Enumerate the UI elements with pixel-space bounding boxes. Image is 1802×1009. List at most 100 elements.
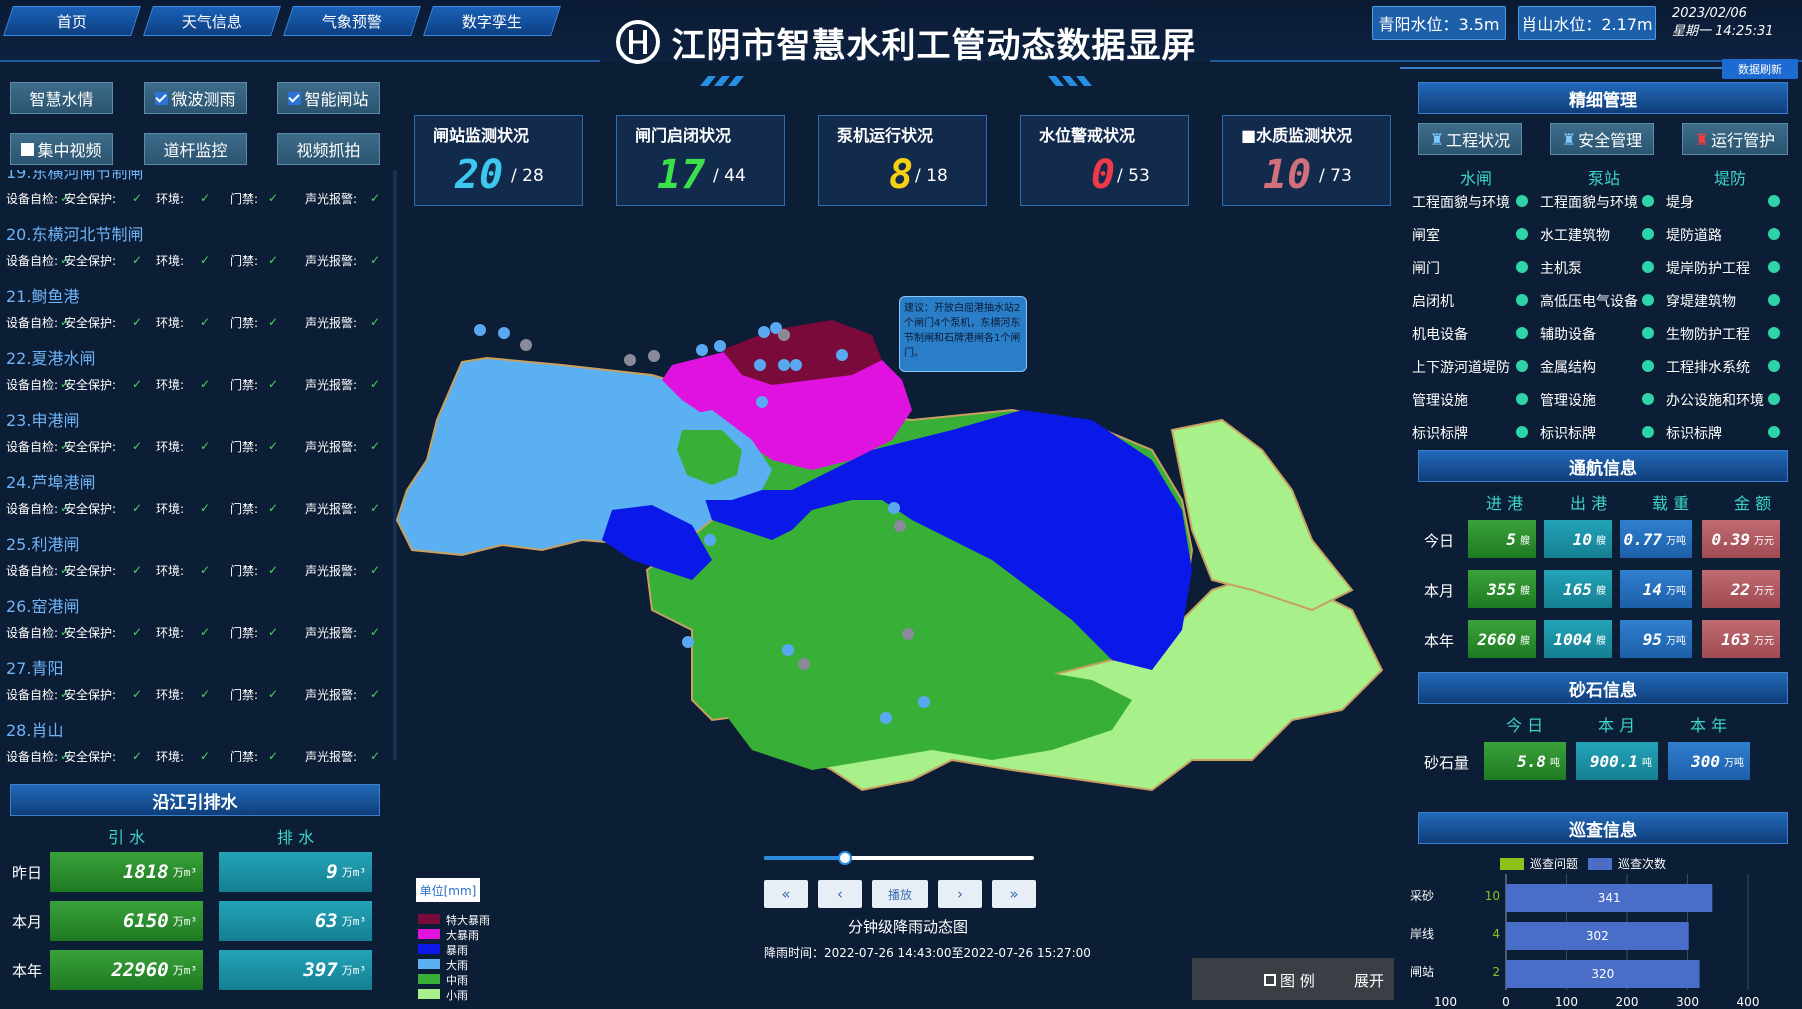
mgmt-item[interactable]: 堤防道路	[1666, 225, 1722, 245]
next-button[interactable]: ›	[938, 880, 982, 908]
station-name: 19.东横河闸节制闸	[6, 170, 144, 182]
check-icon: ✓	[370, 253, 381, 267]
mgmt-item[interactable]: 穿堤建筑物	[1666, 291, 1736, 311]
station-item[interactable]: 28.肖山 设备自检: ✓ 安全保护: ✓ 环境: ✓ 门禁: ✓ 声光报警: ✓	[0, 716, 395, 762]
legend-expand-button[interactable]: 展开	[1354, 970, 1384, 991]
riverside-in-value: 22960 万m³	[50, 950, 203, 990]
mgmt-item[interactable]: 闸室	[1412, 225, 1440, 245]
station-name: 23.申港闸	[6, 411, 80, 430]
patrol-x-tick: 300	[1676, 995, 1699, 1009]
rainfall-map[interactable]	[392, 290, 1392, 800]
btn-video-capture[interactable]: 视频抓拍	[277, 133, 380, 165]
station-item[interactable]: 27.青阳 设备自检: ✓ 安全保护: ✓ 环境: ✓ 门禁: ✓ 声光报警: ✓	[0, 654, 395, 716]
status-card-value: 17	[657, 152, 706, 198]
station-item[interactable]: 23.申港闸 设备自检: ✓ 安全保护: ✓ 环境: ✓ 门禁: ✓ 声光报警: ✓	[0, 406, 395, 468]
status-card[interactable]: 水位警戒状况 0/ 53	[1020, 115, 1189, 206]
station-status-row: 设备自检: ✓ 安全保护: ✓ 环境: ✓ 门禁: ✓ 声光报警: ✓	[0, 560, 395, 580]
status-label: 设备自检:	[6, 253, 59, 268]
station-name: 21.鲥鱼港	[6, 287, 80, 306]
station-item[interactable]: 20.东横河北节制闸 设备自检: ✓ 安全保护: ✓ 环境: ✓ 门禁: ✓ 声光报警: ✓	[0, 220, 395, 282]
patrol-chart: 采砂 10 341 岸线 4 302 闸站 2 320 100 0 100 200 300 400	[1410, 874, 1759, 1009]
mgmt-item[interactable]: 管理设施	[1412, 390, 1468, 410]
station-status-row: 设备自检: ✓ 安全保护: ✓ 环境: ✓ 门禁: ✓ 声光报警: ✓	[0, 622, 395, 642]
sand-value: 5.8 吨	[1484, 742, 1566, 780]
status-label: 门禁:	[230, 625, 259, 640]
refresh-button[interactable]: 数据刷新	[1722, 59, 1798, 79]
mgmt-item[interactable]: 堤岸防护工程	[1666, 258, 1750, 278]
nav-value: 355 艘	[1468, 570, 1536, 608]
rain-legend-label: 特大暴雨	[446, 914, 490, 927]
sand-value: 300 万吨	[1668, 742, 1750, 780]
status-card[interactable]: 闸站监测状况 20 / 28	[414, 115, 583, 206]
checkbox-icon[interactable]	[155, 91, 169, 105]
title-deco-left	[700, 76, 744, 86]
status-card-value: 8	[889, 152, 914, 198]
status-dot-icon	[1768, 360, 1780, 372]
timeline-slider[interactable]	[764, 851, 1034, 865]
nav-tab-home[interactable]: 首页	[3, 6, 141, 36]
mgmt-item[interactable]: 标识标牌	[1412, 423, 1468, 443]
btn-central-video[interactable]: 集中视频	[10, 133, 113, 165]
btn-smart-gate[interactable]: 智能闸站	[277, 82, 380, 114]
check-icon: ✓	[200, 563, 211, 577]
last-button[interactable]: »	[992, 880, 1036, 908]
timeline-slider-knob[interactable]	[838, 851, 852, 865]
nav-tab-weather[interactable]: 天气信息	[143, 6, 281, 36]
station-item[interactable]: 19.东横河闸节制闸 设备自检: ✓ 安全保护: ✓ 环境: ✓ 门禁: ✓ 声光报警: ✓	[0, 170, 395, 220]
mgmt-item[interactable]: 机电设备	[1412, 324, 1468, 344]
status-card[interactable]: ■水质监测状况 10 / 73	[1222, 115, 1391, 206]
mgmt-item[interactable]: 生物防护工程	[1666, 324, 1750, 344]
mgmt-item[interactable]: 工程面貌与环境	[1412, 192, 1510, 212]
riverside-out-value: 9 万m³	[219, 852, 372, 892]
mgmt-item[interactable]: 高低压电气设备	[1540, 291, 1638, 311]
check-icon: ✓	[268, 625, 279, 639]
mgmt-item[interactable]: 主机泵	[1540, 258, 1582, 278]
first-button[interactable]: «	[764, 880, 808, 908]
mgmt-item[interactable]: 水工建筑物	[1540, 225, 1610, 245]
btn-barrier-monitor[interactable]: 道杆监控	[144, 133, 247, 165]
mgmt-item[interactable]: 金属结构	[1540, 357, 1596, 377]
tab-operation[interactable]: ♜ 运行管护	[1682, 123, 1788, 155]
patrol-category-label: 采砂	[1410, 889, 1434, 903]
tab-engineering[interactable]: ♜ 工程状况	[1418, 123, 1522, 155]
mgmt-item[interactable]: 上下游河道堤防	[1412, 357, 1510, 377]
mgmt-item[interactable]: 启闭机	[1412, 291, 1454, 311]
check-icon: ✓	[370, 749, 381, 762]
play-button[interactable]: 播放	[872, 880, 928, 908]
btn-microwave-rain[interactable]: 微波测雨	[144, 82, 247, 114]
mgmt-item[interactable]: 工程排水系统	[1666, 357, 1750, 377]
mgmt-item[interactable]: 标识标牌	[1540, 423, 1596, 443]
station-item[interactable]: 21.鲥鱼港 设备自检: ✓ 安全保护: ✓ 环境: ✓ 门禁: ✓ 声光报警: ✓	[0, 282, 395, 344]
region-light-green-east	[1170, 418, 1354, 612]
station-item[interactable]: 24.芦埠港闸 设备自检: ✓ 安全保护: ✓ 环境: ✓ 门禁: ✓ 声光报警: ✓	[0, 468, 395, 530]
checkbox-icon[interactable]	[288, 91, 302, 105]
tab-safety[interactable]: ♜ 安全管理	[1550, 123, 1654, 155]
legend-panel[interactable]: 图 例 展开	[1192, 958, 1394, 1000]
nav-tab-warning[interactable]: 气象预警	[283, 6, 421, 36]
station-item[interactable]: 25.利港闸 设备自检: ✓ 安全保护: ✓ 环境: ✓ 门禁: ✓ 声光报警: ✓	[0, 530, 395, 592]
mgmt-item[interactable]: 办公设施和环境	[1666, 390, 1764, 410]
mgmt-item[interactable]: 闸门	[1412, 258, 1440, 278]
nav-col-header: 载 重	[1652, 494, 1690, 513]
mgmt-item[interactable]: 堤身	[1666, 192, 1694, 212]
nav-tab-digital-twin[interactable]: 数字孪生	[423, 6, 561, 36]
check-icon: ✓	[200, 253, 211, 267]
btn-smart-water[interactable]: 智慧水情	[10, 82, 113, 114]
station-item[interactable]: 26.窑港闸 设备自检: ✓ 安全保护: ✓ 环境: ✓ 门禁: ✓ 声光报警: ✓	[0, 592, 395, 654]
water-level-xiaoshan: 肖山水位：2.17m	[1518, 6, 1656, 40]
sand-col-header: 本 年	[1690, 716, 1728, 735]
mgmt-item[interactable]: 管理设施	[1540, 390, 1596, 410]
checkbox-icon[interactable]	[21, 142, 35, 156]
mgmt-item[interactable]: 标识标牌	[1666, 423, 1722, 443]
prev-button[interactable]: ‹	[818, 880, 862, 908]
station-list[interactable]: 19.东横河闸节制闸 设备自检: ✓ 安全保护: ✓ 环境: ✓ 门禁: ✓ 声光报警: ✓ 20.东…	[0, 170, 395, 762]
mgmt-item[interactable]: 工程面貌与环境	[1540, 192, 1638, 212]
mgmt-item[interactable]: 辅助设备	[1540, 324, 1596, 344]
check-icon: ✓	[200, 191, 211, 205]
status-label: 环境:	[156, 625, 185, 640]
status-dot-icon	[1768, 195, 1780, 207]
status-card[interactable]: 闸门启闭状况 17 / 44	[616, 115, 785, 206]
rain-legend-swatch	[418, 944, 440, 954]
station-item[interactable]: 22.夏港水闸 设备自检: ✓ 安全保护: ✓ 环境: ✓ 门禁: ✓ 声光报警: ✓	[0, 344, 395, 406]
status-card[interactable]: 泵机运行状况 8/ 18	[818, 115, 987, 206]
